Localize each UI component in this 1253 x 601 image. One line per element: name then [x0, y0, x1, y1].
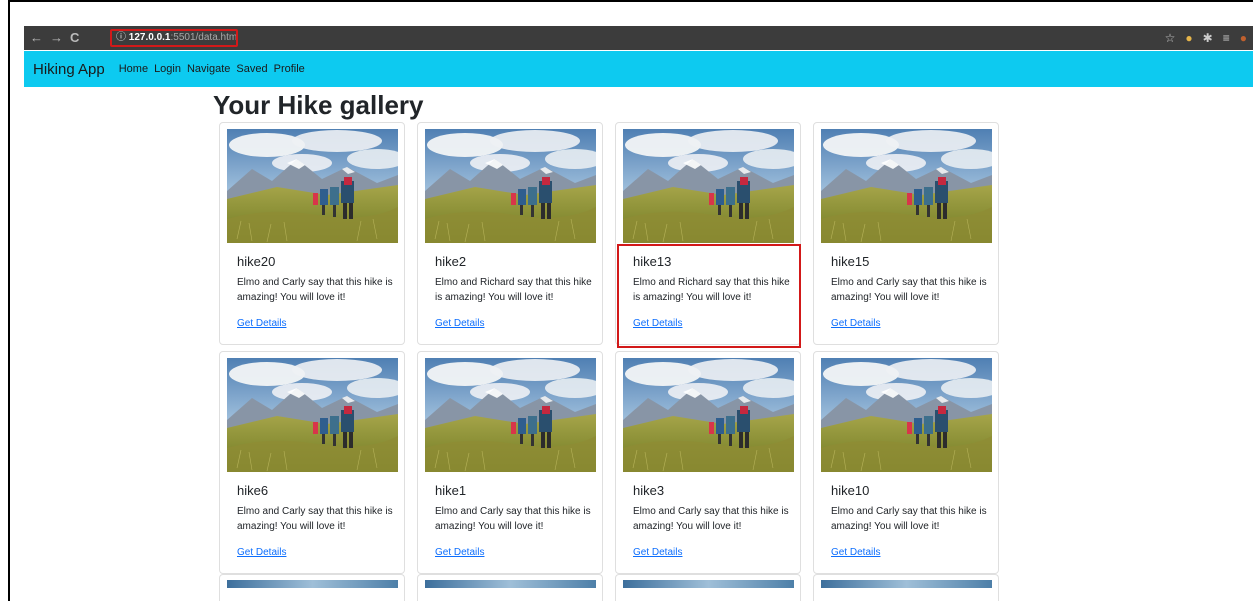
forward-arrow-icon[interactable]: →: [50, 30, 63, 46]
get-details-link[interactable]: Get Details: [237, 318, 286, 329]
card-text: Elmo and Carly say that this hike is ama…: [237, 506, 393, 532]
nav-link-profile[interactable]: Profile: [274, 63, 305, 75]
hike-card: hike15 Elmo and Carly say that this hike…: [813, 122, 999, 345]
hike-card: hike20 Elmo and Carly say that this hike…: [219, 122, 405, 345]
card-title: hike15: [831, 254, 870, 269]
card-title: hike13: [633, 254, 672, 269]
card-text: Elmo and Carly say that this hike is ama…: [831, 506, 987, 532]
back-arrow-icon[interactable]: ←: [30, 30, 43, 46]
nav-link-navigate[interactable]: Navigate: [187, 63, 230, 75]
get-details-link[interactable]: Get Details: [831, 547, 880, 558]
hike-card-highlighted: hike13 Elmo and Richard say that this hi…: [615, 122, 801, 348]
puzzle-icon[interactable]: ✱: [1203, 30, 1213, 46]
hike-gallery: hike20 Elmo and Carly say that this hike…: [219, 122, 1011, 574]
hike-card: hike10 Elmo and Carly say that this hike…: [813, 351, 999, 574]
card-title: hike3: [633, 483, 665, 498]
info-icon: ⓘ: [116, 32, 126, 43]
card-title: hike6: [237, 483, 269, 498]
hike-photo: [821, 358, 992, 472]
address-bar[interactable]: ⓘ 127.0.0.1:5501/data.html: [110, 29, 238, 47]
hike-photo: [425, 358, 596, 472]
profile-avatar-icon[interactable]: ●: [1240, 30, 1247, 46]
app-navbar: Hiking App Home Login Navigate Saved Pro…: [24, 51, 1253, 87]
card-text: Elmo and Richard say that this hike is a…: [435, 277, 592, 303]
get-details-link[interactable]: Get Details: [633, 318, 682, 329]
next-card-row: [219, 574, 1011, 601]
get-details-link[interactable]: Get Details: [435, 318, 484, 329]
hike-photo: [227, 358, 398, 472]
toolbar-right-icons: ☆ ● ✱ ≡ ●: [1165, 30, 1247, 46]
hike-card: hike6 Elmo and Carly say that this hike …: [219, 351, 405, 574]
hike-card-partial: [813, 574, 999, 601]
playlist-icon[interactable]: ≡: [1223, 30, 1230, 46]
hike-photo: [425, 129, 596, 243]
top-margin: [10, 2, 1253, 26]
hike-photo: [821, 129, 992, 243]
nav-link-home[interactable]: Home: [119, 63, 148, 75]
navbar-brand[interactable]: Hiking App: [33, 61, 105, 78]
extension-dot-icon[interactable]: ●: [1185, 30, 1192, 46]
card-text: Elmo and Carly say that this hike is ama…: [237, 277, 393, 303]
url-path: :5501/data.html: [170, 32, 238, 43]
nav-link-saved[interactable]: Saved: [236, 63, 267, 75]
get-details-link[interactable]: Get Details: [237, 547, 286, 558]
url-host: 127.0.0.1: [128, 32, 171, 43]
hike-photo: [623, 129, 794, 243]
card-text: Elmo and Carly say that this hike is ama…: [831, 277, 987, 303]
get-details-link[interactable]: Get Details: [633, 547, 682, 558]
hike-card-partial: [417, 574, 603, 601]
hike-photo: [227, 129, 398, 243]
nav-link-login[interactable]: Login: [154, 63, 181, 75]
browser-toolbar: ← → C ⓘ 127.0.0.1:5501/data.html ☆ ● ✱ ≡…: [24, 26, 1253, 50]
hike-card: hike2 Elmo and Richard say that this hik…: [417, 122, 603, 345]
card-title: hike1: [435, 483, 467, 498]
card-text: Elmo and Carly say that this hike is ama…: [435, 506, 591, 532]
get-details-link[interactable]: Get Details: [435, 547, 484, 558]
hike-card-partial: [219, 574, 405, 601]
card-title: hike20: [237, 254, 276, 269]
hike-card-partial: [615, 574, 801, 601]
page-title: Your Hike gallery: [213, 90, 424, 120]
hike-card: hike1 Elmo and Carly say that this hike …: [417, 351, 603, 574]
card-title: hike2: [435, 254, 467, 269]
hike-photo-partial: [623, 580, 794, 588]
card-title: hike10: [831, 483, 870, 498]
card-text: Elmo and Carly say that this hike is ama…: [633, 506, 789, 532]
get-details-link[interactable]: Get Details: [831, 318, 880, 329]
hike-photo-partial: [821, 580, 992, 588]
hike-photo-partial: [425, 580, 596, 588]
hike-card: hike3 Elmo and Carly say that this hike …: [615, 351, 801, 574]
hike-photo-partial: [227, 580, 398, 588]
star-icon[interactable]: ☆: [1165, 30, 1176, 46]
hike-photo: [623, 358, 794, 472]
reload-icon[interactable]: C: [70, 30, 79, 46]
card-text: Elmo and Richard say that this hike is a…: [633, 277, 790, 303]
